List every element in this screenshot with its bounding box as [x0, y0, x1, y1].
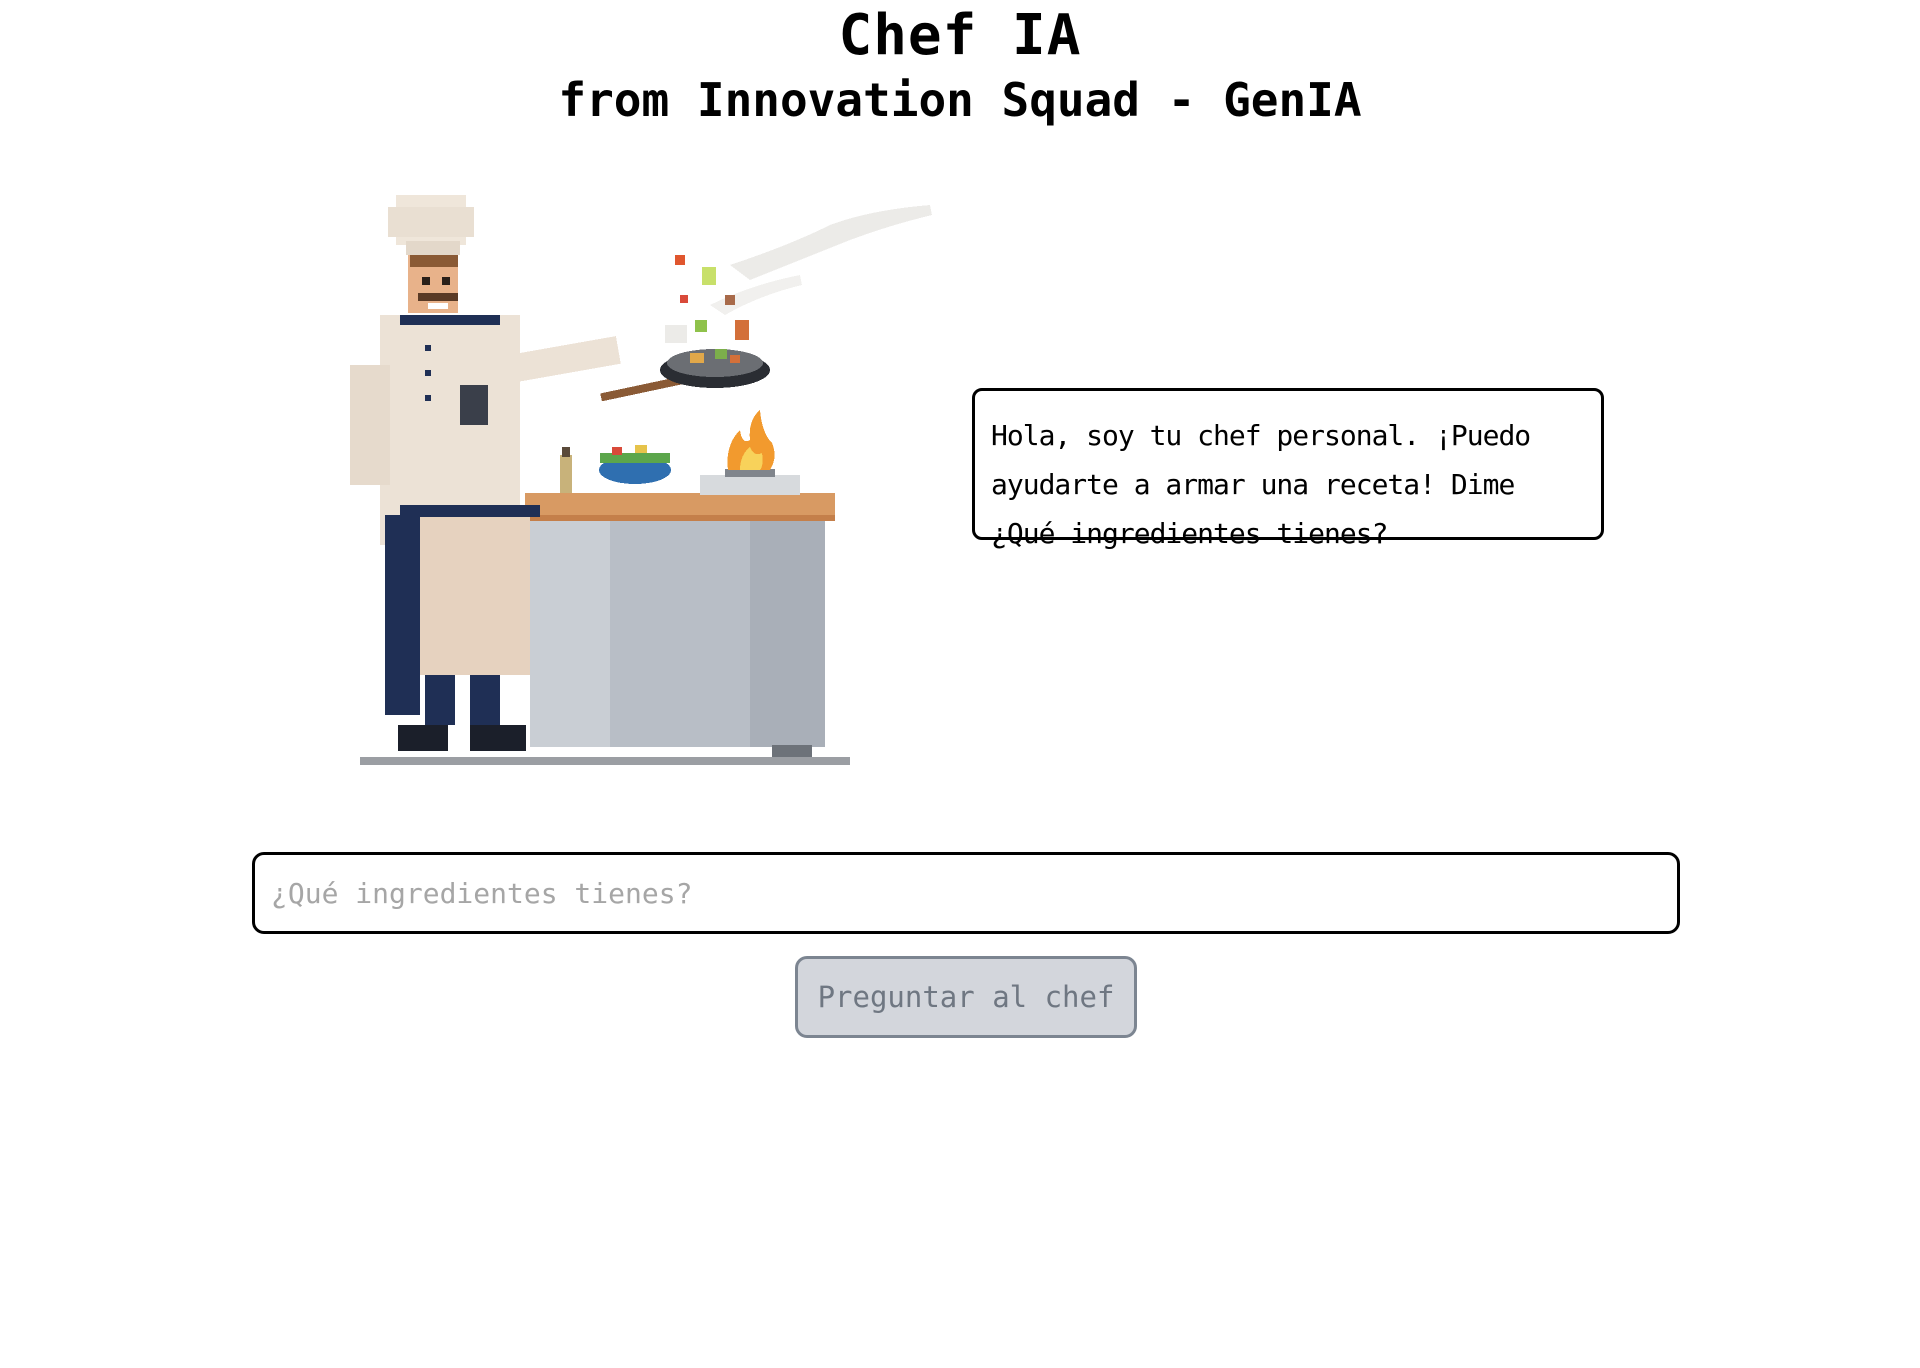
page-title: Chef IA	[838, 3, 1082, 68]
chef-message-bubble: Hola, soy tu chef personal. ¡Puedo ayuda…	[972, 388, 1604, 550]
page-subtitle: from Innovation Squad - GenIA	[558, 73, 1362, 127]
ask-chef-button[interactable]: Preguntar al chef	[795, 956, 1137, 1038]
chef-illustration	[330, 185, 950, 775]
ingredients-input[interactable]	[252, 852, 1680, 934]
page: Chef IA from Innovation Squad - GenIA Ho…	[0, 0, 1920, 1368]
